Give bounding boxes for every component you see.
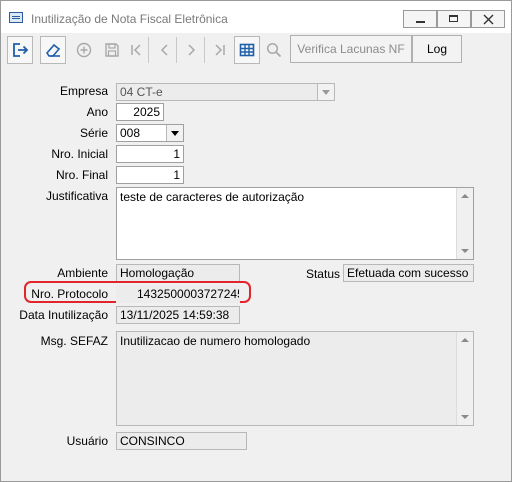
previous-icon: [160, 44, 168, 56]
close-icon: [483, 14, 494, 25]
chevron-down-icon: [166, 125, 183, 141]
add-icon: [76, 42, 92, 58]
scroll-down-icon[interactable]: [457, 409, 473, 425]
log-button[interactable]: Log: [412, 35, 462, 63]
scroll-up-icon[interactable]: [457, 332, 473, 348]
toolbar-separator: [148, 37, 149, 63]
minimize-button[interactable]: [403, 10, 437, 28]
status-label: Status: [305, 267, 340, 281]
data-inutilizacao-label: Data Inutilização: [19, 308, 108, 322]
usuario-field: CONSINCO: [116, 432, 247, 450]
empresa-select[interactable]: 04 CT-e: [116, 83, 335, 101]
last-icon: [215, 44, 225, 56]
add-button[interactable]: [71, 36, 97, 64]
empresa-value: 04 CT-e: [120, 85, 163, 99]
ambiente-field: Homologação: [116, 264, 240, 282]
search-button[interactable]: [261, 36, 287, 64]
save-button[interactable]: [99, 36, 125, 64]
app-icon: [9, 12, 23, 23]
grid-icon: [239, 43, 255, 57]
justificativa-scrollbar[interactable]: [456, 188, 473, 259]
msg-sefaz-label: Msg. SEFAZ: [40, 334, 108, 348]
first-icon: [131, 44, 141, 56]
justificativa-value: teste de caracteres de autorização: [120, 190, 305, 204]
serie-select[interactable]: 008: [116, 124, 184, 142]
justificativa-textarea[interactable]: teste de caracteres de autorização: [116, 187, 474, 260]
justificativa-label: Justificativa: [45, 189, 108, 203]
nro-final-input[interactable]: 1: [116, 166, 184, 184]
close-button[interactable]: [471, 10, 505, 28]
empresa-label: Empresa: [59, 84, 108, 98]
eraser-icon: [45, 43, 61, 57]
status-field: Efetuada com sucesso: [343, 264, 474, 282]
usuario-label: Usuário: [66, 434, 108, 448]
clear-button[interactable]: [40, 36, 66, 64]
next-icon: [188, 44, 196, 56]
first-record-button[interactable]: [123, 36, 149, 64]
msg-sefaz-textarea[interactable]: Inutilizacao de numero homologado: [116, 331, 474, 426]
grid-view-button[interactable]: [234, 36, 260, 64]
ano-input[interactable]: 2025: [116, 103, 164, 121]
nro-protocolo-field: 143250000372724522: [116, 285, 240, 303]
nro-inicial-label: Nro. Inicial: [51, 147, 108, 161]
previous-record-button[interactable]: [151, 36, 177, 64]
chevron-down-icon: [317, 84, 334, 100]
msg-sefaz-value: Inutilizacao de numero homologado: [120, 334, 311, 348]
maximize-button[interactable]: [437, 10, 471, 28]
search-icon: [266, 42, 282, 58]
nro-final-label: Nro. Final: [55, 168, 108, 182]
toolbar: Verifica Lacunas NF Log: [1, 34, 511, 66]
next-record-button[interactable]: [179, 36, 205, 64]
scroll-down-icon[interactable]: [457, 243, 473, 259]
exit-icon: [13, 43, 29, 57]
data-inutilizacao-field: 13/11/2025 14:59:38: [116, 306, 240, 324]
verify-gaps-button[interactable]: Verifica Lacunas NF: [290, 35, 412, 63]
toolbar-separator: [176, 37, 177, 63]
title-bar: Inutilização de Nota Fiscal Eletrônica: [1, 1, 511, 33]
last-record-button[interactable]: [207, 36, 233, 64]
serie-value: 008: [120, 126, 141, 140]
exit-button[interactable]: [7, 36, 33, 64]
scroll-up-icon[interactable]: [457, 188, 473, 204]
save-icon: [105, 43, 119, 57]
serie-label: Série: [79, 126, 108, 140]
toolbar-separator: [204, 37, 205, 63]
nro-inicial-input[interactable]: 1: [116, 145, 184, 163]
window-title: Inutilização de Nota Fiscal Eletrônica: [31, 12, 228, 26]
msg-sefaz-scrollbar[interactable]: [456, 332, 473, 425]
ambiente-label: Ambiente: [57, 266, 108, 280]
ano-label: Ano: [86, 105, 108, 119]
nro-protocolo-label: Nro. Protocolo: [31, 287, 108, 301]
main-window: Inutilização de Nota Fiscal Eletrônica V…: [0, 0, 512, 482]
